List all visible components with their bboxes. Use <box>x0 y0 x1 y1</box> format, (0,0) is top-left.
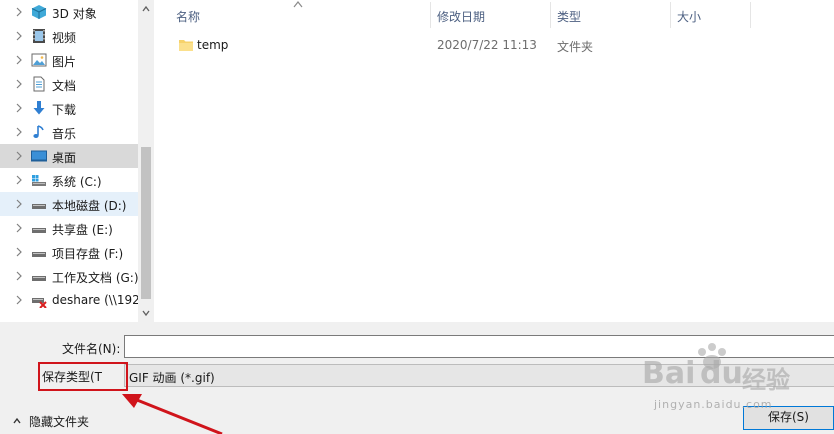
nav-item-label: 3D 对象 <box>52 7 97 21</box>
chevron-up-icon[interactable] <box>12 416 22 426</box>
column-header-name[interactable]: 名称 <box>176 8 200 25</box>
nav-item-label: 音乐 <box>52 127 77 141</box>
annotation-highlight-box <box>38 362 128 391</box>
chevron-right-icon[interactable] <box>14 198 24 210</box>
drive-icon <box>32 276 46 281</box>
scroll-up-icon[interactable] <box>141 4 151 14</box>
watermark-cn: 经验 <box>742 366 790 394</box>
column-divider[interactable] <box>750 2 751 28</box>
file-type: 文件夹 <box>557 40 594 54</box>
column-header-size[interactable]: 大小 <box>677 8 701 25</box>
chevron-right-icon[interactable] <box>14 78 24 90</box>
sort-ascending-icon <box>293 1 303 8</box>
nav-item-work-g[interactable]: 工作及文档 (G:) <box>0 264 139 288</box>
chevron-right-icon[interactable] <box>14 270 24 282</box>
chevron-right-icon[interactable] <box>14 54 24 66</box>
music-icon <box>33 125 44 138</box>
chevron-right-icon[interactable] <box>14 222 24 234</box>
nav-item-label: 文档 <box>52 79 77 93</box>
chevron-right-icon[interactable] <box>14 174 24 186</box>
documents-icon <box>33 76 45 92</box>
chevron-right-icon[interactable] <box>14 102 24 114</box>
network-drive-disconnected-icon <box>32 298 47 308</box>
nav-item-label: 工作及文档 (G:) <box>52 271 139 285</box>
watermark-brand-2: du <box>700 356 743 391</box>
system-drive-icon <box>32 175 46 186</box>
nav-item-label: 项目存盘 (F:) <box>52 247 124 261</box>
column-divider[interactable] <box>670 2 671 28</box>
videos-icon <box>33 29 45 43</box>
nav-item-videos[interactable]: 视频 <box>0 24 138 48</box>
nav-item-label: 共享盘 (E:) <box>52 223 113 237</box>
nav-item-label: 系统 (C:) <box>52 175 102 189</box>
navigation-pane: 3D 对象 视频 图片 文档 下载 音乐 桌面 系统 (C:) 本地磁盘 (D: <box>0 0 140 322</box>
nav-item-label: 下载 <box>52 103 77 117</box>
nav-item-project-f[interactable]: 项目存盘 (F:) <box>0 240 138 264</box>
chevron-right-icon[interactable] <box>14 246 24 258</box>
column-divider[interactable] <box>550 2 551 28</box>
nav-item-system-c[interactable]: 系统 (C:) <box>0 168 138 192</box>
pictures-icon <box>31 53 47 67</box>
column-divider[interactable] <box>430 2 431 28</box>
scroll-down-icon[interactable] <box>141 308 151 318</box>
nav-item-music[interactable]: 音乐 <box>0 120 138 144</box>
watermark-brand: Bai <box>642 356 696 391</box>
nav-item-label: deshare (\\192 <box>52 293 140 307</box>
chevron-right-icon[interactable] <box>14 30 24 42</box>
nav-item-label: 桌面 <box>52 151 77 165</box>
nav-item-local-disk-d[interactable]: 本地磁盘 (D:) <box>0 192 138 216</box>
annotation-arrow <box>122 394 223 434</box>
nav-item-label: 视频 <box>52 31 77 45</box>
column-header-modified[interactable]: 修改日期 <box>437 8 485 25</box>
nav-item-downloads[interactable]: 下载 <box>0 96 138 120</box>
nav-item-shared-e[interactable]: 共享盘 (E:) <box>0 216 138 240</box>
nav-item-deshare[interactable]: deshare (\\192 <box>0 288 140 312</box>
desktop-icon <box>31 150 47 162</box>
nav-item-pictures[interactable]: 图片 <box>0 48 138 72</box>
nav-item-label: 图片 <box>52 55 77 69</box>
nav-item-label: 本地磁盘 (D:) <box>52 199 127 213</box>
drive-icon <box>32 228 46 233</box>
filename-label: 文件名(N): <box>62 342 121 356</box>
drive-icon <box>32 204 46 209</box>
filetype-value: GIF 动画 (*.gif) <box>129 371 215 385</box>
chevron-right-icon[interactable] <box>14 294 24 306</box>
baidu-jingyan-watermark: Bai du 经验 jingyan.baidu.com <box>636 338 796 424</box>
hide-folders-toggle[interactable]: 隐藏文件夹 <box>29 413 89 430</box>
watermark-url: jingyan.baidu.com <box>654 398 773 411</box>
nav-item-documents[interactable]: 文档 <box>0 72 138 96</box>
downloads-icon <box>33 101 45 115</box>
scrollbar-thumb[interactable] <box>141 147 151 299</box>
folder-icon <box>179 40 193 51</box>
3d-objects-icon <box>31 5 47 19</box>
file-name: temp <box>197 38 229 52</box>
chevron-right-icon[interactable] <box>14 6 24 18</box>
file-modified: 2020/7/22 11:13 <box>437 38 537 52</box>
chevron-right-icon[interactable] <box>14 126 24 138</box>
nav-item-desktop[interactable]: 桌面 <box>0 144 138 168</box>
drive-icon <box>32 252 46 257</box>
nav-item-3d-objects[interactable]: 3D 对象 <box>0 0 138 24</box>
chevron-right-icon[interactable] <box>14 150 24 162</box>
column-header-type[interactable]: 类型 <box>557 8 581 25</box>
